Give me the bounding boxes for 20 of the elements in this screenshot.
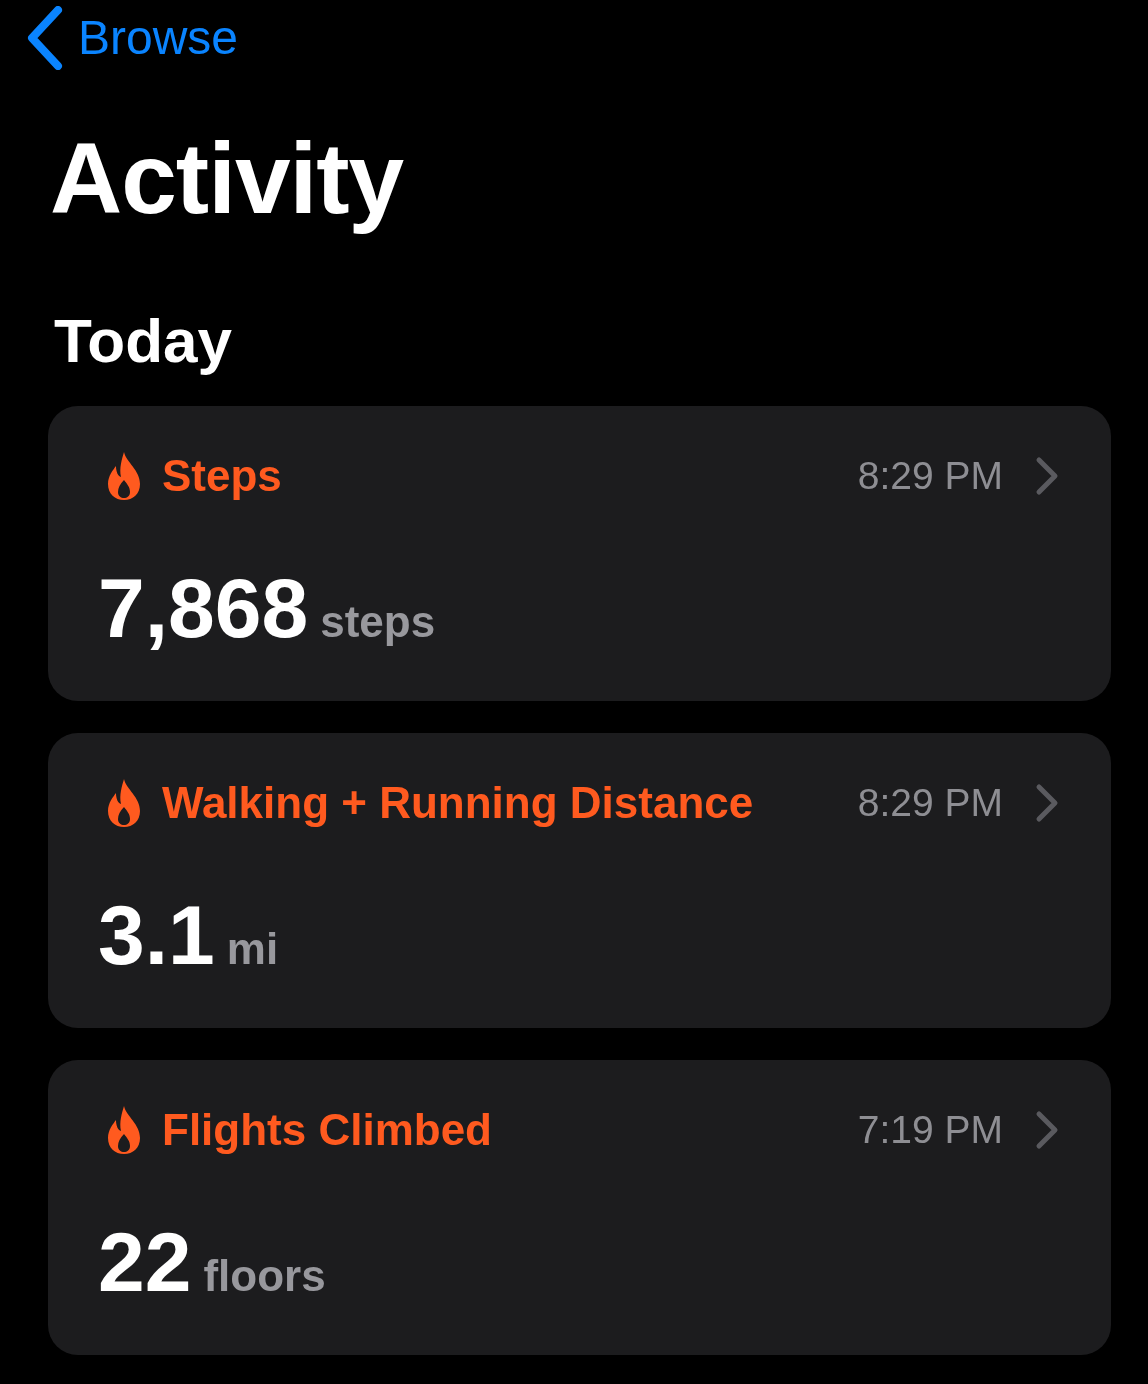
- chevron-right-icon: [1035, 1110, 1059, 1150]
- card-title: Flights Climbed: [162, 1104, 492, 1156]
- card-title: Walking + Running Distance: [162, 777, 754, 829]
- timestamp: 7:19 PM: [857, 1106, 1003, 1153]
- chevron-right-icon: [1035, 783, 1059, 823]
- activity-card[interactable]: Walking + Running Distance 8:29 PM 3.1 mi: [48, 733, 1111, 1028]
- chevron-right-icon: [1035, 456, 1059, 496]
- page-title: Activity: [50, 121, 404, 236]
- metric-value: 7,868: [98, 566, 309, 650]
- metric-unit: steps: [320, 600, 436, 644]
- metric-unit: mi: [226, 927, 279, 971]
- metric-value: 3.1: [98, 893, 215, 977]
- activity-card[interactable]: Flights Climbed 7:19 PM 22 floors: [48, 1060, 1111, 1355]
- back-button[interactable]: Browse: [24, 6, 239, 70]
- metric-value: 22: [98, 1220, 192, 1304]
- timestamp: 8:29 PM: [857, 779, 1003, 826]
- timestamp: 8:29 PM: [857, 452, 1003, 499]
- metric-unit: floors: [203, 1254, 326, 1298]
- card-title: Steps: [162, 450, 282, 502]
- activity-card[interactable]: Steps 8:29 PM 7,868 steps: [48, 406, 1111, 701]
